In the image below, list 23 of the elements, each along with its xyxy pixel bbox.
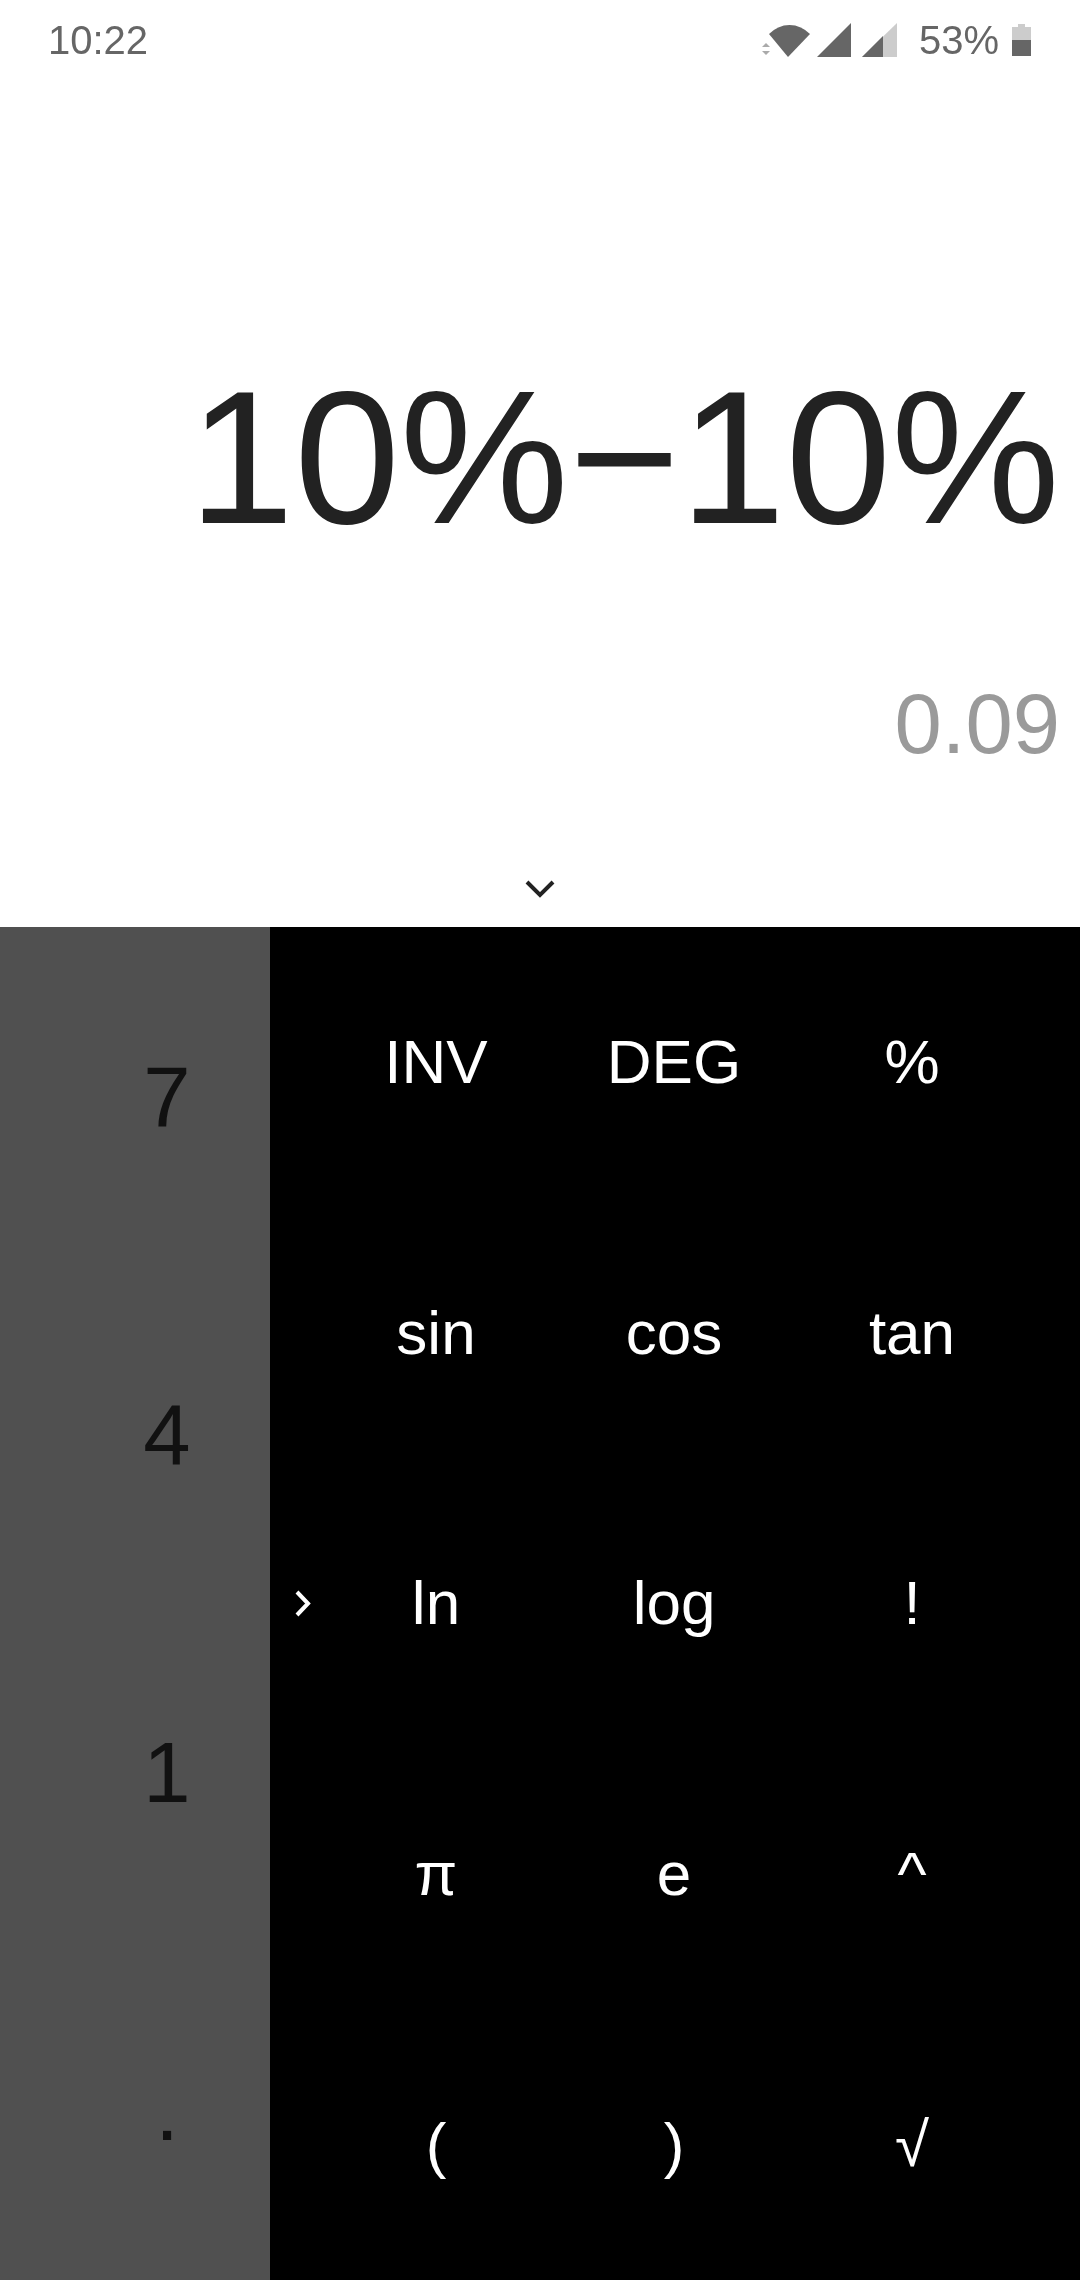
battery-icon xyxy=(1012,24,1031,56)
function-key[interactable]: cos xyxy=(625,1301,723,1364)
signal-icon xyxy=(861,23,897,57)
function-key[interactable]: ! xyxy=(903,1572,921,1635)
function-key[interactable]: ^ xyxy=(897,1843,927,1906)
chevron-down-icon[interactable] xyxy=(525,880,555,898)
chevron-right-icon[interactable] xyxy=(293,1589,313,1618)
function-key[interactable]: sin xyxy=(396,1301,476,1364)
function-key[interactable]: INV xyxy=(384,1031,488,1094)
function-key[interactable]: log xyxy=(632,1572,716,1635)
wifi-icon xyxy=(761,23,810,57)
expression-text: 10%−10% xyxy=(188,362,1060,552)
signal-icon xyxy=(816,23,851,57)
function-key[interactable]: e xyxy=(656,1843,692,1906)
function-key[interactable]: tan xyxy=(868,1301,956,1364)
function-key[interactable]: ln xyxy=(411,1572,461,1635)
function-key[interactable]: % xyxy=(884,1031,940,1094)
status-time: 10:22 xyxy=(48,20,149,60)
function-key[interactable]: DEG xyxy=(606,1031,742,1094)
function-key[interactable]: √ xyxy=(895,2113,929,2176)
battery-percent: 53% xyxy=(918,20,999,60)
function-key[interactable]: π xyxy=(414,1843,458,1906)
result-text: 0.09 xyxy=(894,681,1060,766)
